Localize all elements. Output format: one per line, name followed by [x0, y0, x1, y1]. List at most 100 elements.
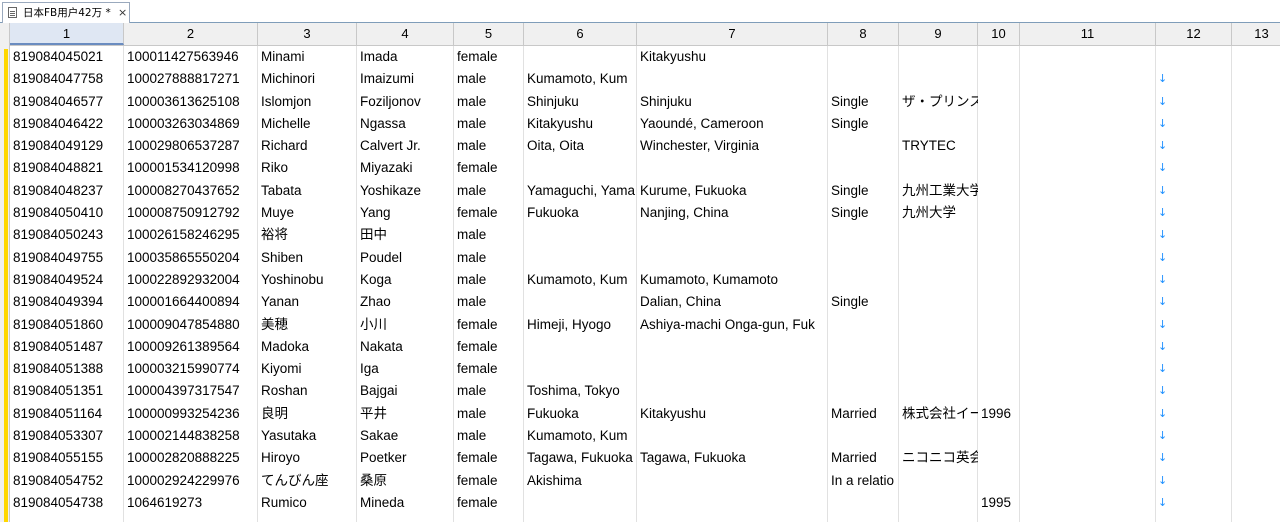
- cell[interactable]: [899, 291, 978, 313]
- cell[interactable]: Single: [828, 113, 899, 135]
- cell[interactable]: [978, 447, 1020, 469]
- cell[interactable]: 819084049755: [10, 247, 124, 269]
- cell[interactable]: Imada: [357, 46, 454, 68]
- cell[interactable]: [637, 224, 828, 246]
- column-header-5[interactable]: 5: [454, 23, 524, 45]
- cell[interactable]: Muye: [258, 202, 357, 224]
- cell[interactable]: 819084051388: [10, 358, 124, 380]
- cell[interactable]: Shinjuku: [637, 91, 828, 113]
- cell[interactable]: [524, 358, 637, 380]
- cell[interactable]: [1020, 425, 1156, 447]
- cell[interactable]: 819084050243: [10, 224, 124, 246]
- cell[interactable]: Yanan: [258, 291, 357, 313]
- cell[interactable]: Rumico: [258, 492, 357, 514]
- cell[interactable]: 819084045021: [10, 46, 124, 68]
- cell[interactable]: 裕将: [258, 224, 357, 246]
- cell[interactable]: [828, 157, 899, 179]
- cell[interactable]: [828, 46, 899, 68]
- cell[interactable]: [1020, 336, 1156, 358]
- column-header-13[interactable]: 13: [1232, 23, 1280, 45]
- cell[interactable]: 九州工業大学: [899, 180, 978, 202]
- cell[interactable]: 819084048237: [10, 180, 124, 202]
- cell[interactable]: Madoka: [258, 336, 357, 358]
- cell[interactable]: 田中: [357, 224, 454, 246]
- cell[interactable]: Married: [828, 403, 899, 425]
- cell[interactable]: [978, 470, 1020, 492]
- column-header-12[interactable]: 12: [1156, 23, 1232, 45]
- spreadsheet-grid[interactable]: 1 2 3 4 5 6 7 8 9 10 11 12 13 819084045021 1000114275…: [0, 23, 1280, 522]
- cell[interactable]: Minami: [258, 46, 357, 68]
- cell[interactable]: Oita, Oita: [524, 135, 637, 157]
- cell[interactable]: [899, 380, 978, 402]
- cell[interactable]: male: [454, 269, 524, 291]
- column-header-1[interactable]: 1: [10, 23, 124, 45]
- cell[interactable]: 100001534120998: [124, 157, 258, 179]
- cell[interactable]: Kumamoto, Kumamoto: [637, 269, 828, 291]
- cell[interactable]: Michinori: [258, 68, 357, 90]
- cell[interactable]: [1020, 202, 1156, 224]
- column-header-8[interactable]: 8: [828, 23, 899, 45]
- cell[interactable]: 100026158246295: [124, 224, 258, 246]
- cell[interactable]: Kurume, Fukuoka: [637, 180, 828, 202]
- cell[interactable]: [899, 425, 978, 447]
- cell[interactable]: 良明: [258, 403, 357, 425]
- cell[interactable]: 819084049129: [10, 135, 124, 157]
- cell[interactable]: [524, 291, 637, 313]
- cell[interactable]: Zhao: [357, 291, 454, 313]
- cell[interactable]: 100009047854880: [124, 314, 258, 336]
- cell[interactable]: 100002144838258: [124, 425, 258, 447]
- cell[interactable]: [1020, 314, 1156, 336]
- cell[interactable]: Toshima, Tokyo: [524, 380, 637, 402]
- cell[interactable]: Married: [828, 447, 899, 469]
- cell[interactable]: 819084046577: [10, 91, 124, 113]
- cell[interactable]: [978, 202, 1020, 224]
- cell[interactable]: 819084054738: [10, 492, 124, 514]
- cell[interactable]: [637, 157, 828, 179]
- cell[interactable]: female: [454, 358, 524, 380]
- cell[interactable]: Himeji, Hyogo: [524, 314, 637, 336]
- cell[interactable]: [637, 380, 828, 402]
- cell[interactable]: [899, 470, 978, 492]
- cell[interactable]: 100004397317547: [124, 380, 258, 402]
- cell[interactable]: [978, 46, 1020, 68]
- cell[interactable]: Islomjon: [258, 91, 357, 113]
- cell[interactable]: Single: [828, 202, 899, 224]
- cell[interactable]: male: [454, 68, 524, 90]
- cell[interactable]: 100027888817271: [124, 68, 258, 90]
- cell[interactable]: [828, 135, 899, 157]
- cell[interactable]: [899, 269, 978, 291]
- cell[interactable]: 平井: [357, 403, 454, 425]
- cell[interactable]: [899, 224, 978, 246]
- cell[interactable]: Shinjuku: [524, 91, 637, 113]
- cell[interactable]: [1020, 403, 1156, 425]
- column-header-11[interactable]: 11: [1020, 23, 1156, 45]
- cell[interactable]: 小川: [357, 314, 454, 336]
- cell[interactable]: [978, 380, 1020, 402]
- cell[interactable]: 桑原: [357, 470, 454, 492]
- cell[interactable]: Richard: [258, 135, 357, 157]
- cell[interactable]: [978, 247, 1020, 269]
- cell[interactable]: Akishima: [524, 470, 637, 492]
- cell[interactable]: [524, 46, 637, 68]
- cell[interactable]: 819084055155: [10, 447, 124, 469]
- cell[interactable]: Kitakyushu: [524, 113, 637, 135]
- cell[interactable]: Poetker: [357, 447, 454, 469]
- cell[interactable]: 100029806537287: [124, 135, 258, 157]
- cell[interactable]: [524, 224, 637, 246]
- cell[interactable]: male: [454, 113, 524, 135]
- cell[interactable]: male: [454, 180, 524, 202]
- cell[interactable]: Fukuoka: [524, 202, 637, 224]
- cell[interactable]: てんびん座: [258, 470, 357, 492]
- column-header-10[interactable]: 10: [978, 23, 1020, 45]
- cell[interactable]: 100035865550204: [124, 247, 258, 269]
- cell[interactable]: [1020, 291, 1156, 313]
- cell[interactable]: female: [454, 157, 524, 179]
- cell[interactable]: [637, 68, 828, 90]
- cell[interactable]: [1020, 269, 1156, 291]
- cell[interactable]: [1020, 157, 1156, 179]
- cell[interactable]: [637, 492, 828, 514]
- cell[interactable]: 100003215990774: [124, 358, 258, 380]
- cell[interactable]: 819084048821: [10, 157, 124, 179]
- cell[interactable]: Iga: [357, 358, 454, 380]
- cell[interactable]: male: [454, 403, 524, 425]
